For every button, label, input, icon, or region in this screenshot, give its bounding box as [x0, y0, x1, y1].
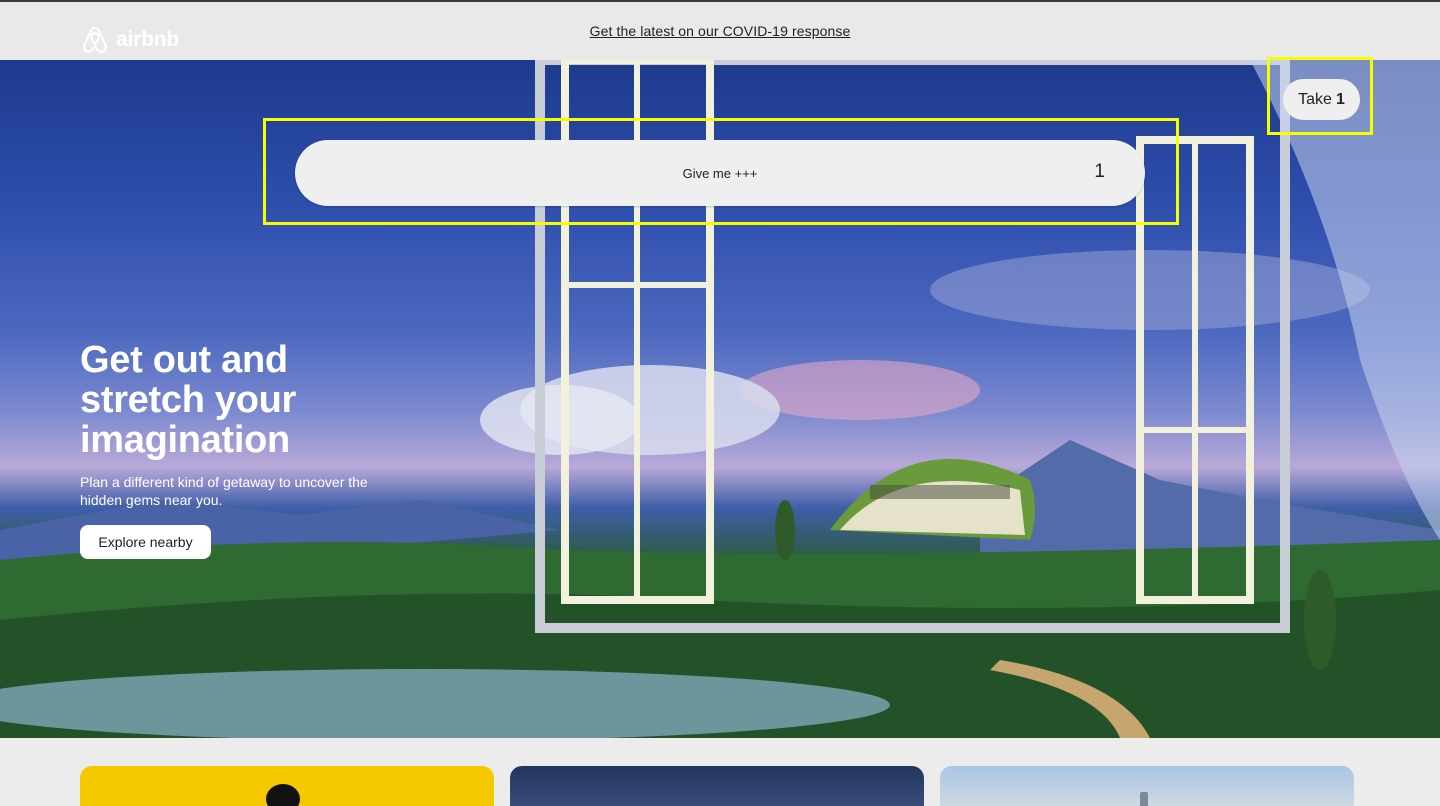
hero-headline: Get out and stretch your imagination [80, 339, 297, 461]
airbnb-logo-icon [83, 26, 107, 53]
explore-nearby-button[interactable]: Explore nearby [80, 525, 211, 559]
logo-text: airbnb [116, 28, 179, 51]
feature-card-3[interactable] [940, 766, 1354, 806]
search-bar-count: 1 [1094, 161, 1105, 182]
search-bar-label: Give me +++ [682, 165, 758, 181]
hero-subtitle: Plan a different kind of getaway to unco… [80, 474, 368, 508]
cards-row [0, 738, 1440, 806]
airbnb-logo[interactable]: airbnb [80, 24, 179, 56]
card-3-image [1140, 792, 1148, 806]
search-bar[interactable]: Give me +++ 1 [295, 140, 1145, 206]
take-button-count: 1 [1335, 90, 1345, 108]
take-button-label: Take [1298, 90, 1332, 108]
feature-card-2[interactable] [510, 766, 924, 806]
covid-banner: Get the latest on our COVID-19 response [0, 2, 1440, 60]
covid-link[interactable]: Get the latest on our COVID-19 response [590, 23, 851, 39]
card-1-image [266, 784, 300, 806]
take-button[interactable]: Take 1 [1283, 79, 1360, 120]
feature-card-1[interactable] [80, 766, 494, 806]
